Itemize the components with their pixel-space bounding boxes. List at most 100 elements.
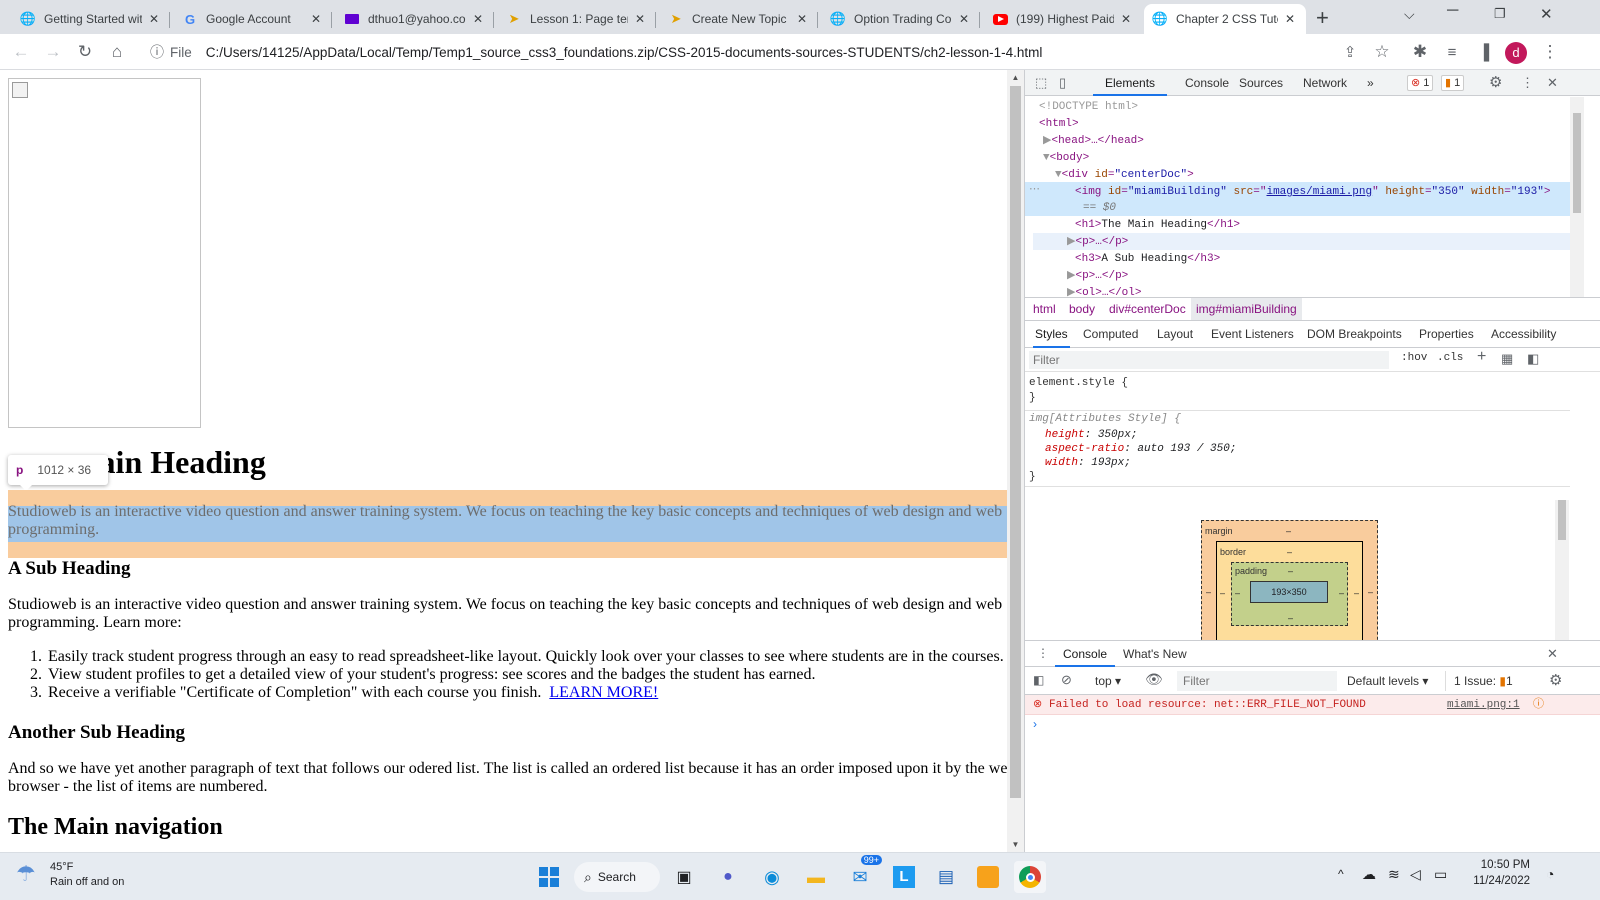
dom-img-miami[interactable]: <img id="miamiBuilding" src="images/miam… bbox=[1075, 184, 1550, 201]
drawer-tab-whats-new[interactable]: What's New bbox=[1123, 641, 1187, 667]
bookmark-star-icon[interactable]: ☆ bbox=[1370, 40, 1394, 64]
page-scrollbar[interactable]: ▲ ▼ bbox=[1007, 70, 1024, 852]
extensions-puzzle-icon[interactable]: ✱ bbox=[1408, 40, 1432, 64]
dom-head[interactable]: ▶<head>…</head> bbox=[1043, 133, 1144, 150]
dom-h1[interactable]: <h1>The Main Heading</h1> bbox=[1075, 217, 1240, 234]
sidebar-toggle-icon[interactable]: ◧ bbox=[1527, 351, 1539, 367]
tab-event-listeners[interactable]: Event Listeners bbox=[1211, 321, 1294, 347]
cls-toggle[interactable]: .cls bbox=[1437, 352, 1463, 364]
console-prompt[interactable]: › bbox=[1033, 717, 1037, 731]
dom-p[interactable]: ▶<p>…</p> bbox=[1067, 268, 1128, 285]
box-border[interactable]: border – – – padding – – – – 193×350 bbox=[1216, 541, 1363, 640]
start-windows-icon[interactable] bbox=[533, 861, 565, 893]
tab-create-new-topic[interactable]: ➤ Create New Topic - ✕ bbox=[660, 4, 818, 34]
close-icon[interactable]: ✕ bbox=[794, 12, 810, 26]
live-expression-eye-icon[interactable]: 👁 bbox=[1145, 671, 1163, 688]
clear-console-icon[interactable]: ⊘ bbox=[1061, 672, 1072, 688]
tab-google-account[interactable]: G Google Account ✕ bbox=[174, 4, 332, 34]
tab-elements[interactable]: Elements bbox=[1093, 70, 1168, 96]
more-tabs-icon[interactable]: » bbox=[1367, 70, 1374, 96]
dom-div-centerdoc[interactable]: ▼<div id="centerDoc"> bbox=[1055, 167, 1194, 184]
weather-desc[interactable]: Rain off and on bbox=[50, 876, 124, 888]
breadcrumb-img[interactable]: img#miamiBuilding bbox=[1191, 298, 1302, 320]
console-filter-input[interactable] bbox=[1177, 671, 1337, 691]
close-icon[interactable]: ✕ bbox=[1118, 12, 1134, 26]
drawer-menu-icon[interactable]: ⋮ bbox=[1037, 646, 1049, 660]
breadcrumb-div[interactable]: div#centerDoc bbox=[1109, 298, 1186, 320]
devtools-close-icon[interactable]: ✕ bbox=[1547, 75, 1558, 91]
log-levels-dropdown[interactable]: Default levels ▾ bbox=[1347, 674, 1428, 688]
avatar[interactable]: d bbox=[1505, 42, 1527, 64]
error-source-link[interactable]: miami.png:1 bbox=[1447, 695, 1520, 715]
clock-time[interactable]: 10:50 PM bbox=[1474, 859, 1530, 871]
home-icon[interactable]: ⌂ bbox=[105, 40, 129, 64]
tab-youtube[interactable]: (199) Highest Paid ✕ bbox=[984, 4, 1142, 34]
console-sidebar-icon[interactable]: ◧ bbox=[1033, 673, 1044, 687]
volume-icon[interactable]: ◁ bbox=[1410, 866, 1421, 883]
element-style-rule[interactable]: element.style { bbox=[1029, 376, 1128, 391]
dom-ol[interactable]: ▶<ol>…</ol> bbox=[1067, 285, 1141, 297]
file-explorer-icon[interactable]: ▬ bbox=[800, 861, 832, 893]
tab-search-chevron-icon[interactable]: ⌵ bbox=[1404, 6, 1415, 23]
tab-network[interactable]: Network bbox=[1303, 70, 1347, 96]
tab-properties[interactable]: Properties bbox=[1419, 321, 1474, 347]
tab-getting-started[interactable]: 🌐 Getting Started with ✕ bbox=[12, 4, 170, 34]
console-settings-gear-icon[interactable]: ⚙ bbox=[1549, 671, 1562, 689]
device-toolbar-icon[interactable]: ▯ bbox=[1059, 75, 1066, 91]
tab-layout[interactable]: Layout bbox=[1157, 321, 1193, 347]
dom-h3[interactable]: <h3>A Sub Heading</h3> bbox=[1075, 251, 1220, 268]
new-tab-button[interactable]: + bbox=[1316, 5, 1329, 31]
close-icon[interactable]: ✕ bbox=[470, 12, 486, 26]
task-view-icon[interactable]: ▣ bbox=[668, 861, 700, 893]
store-icon[interactable]: ▤ bbox=[930, 861, 962, 893]
letter-l-app-icon[interactable]: L bbox=[888, 861, 920, 893]
side-panel-icon[interactable]: ▐ bbox=[1472, 40, 1496, 64]
elements-scrollbar[interactable] bbox=[1570, 97, 1584, 297]
tab-styles[interactable]: Styles bbox=[1033, 321, 1070, 348]
tab-dom-breakpoints[interactable]: DOM Breakpoints bbox=[1307, 321, 1402, 347]
settings-gear-icon[interactable]: ⚙ bbox=[1489, 73, 1502, 91]
minimize-button[interactable]: ─ bbox=[1447, 2, 1458, 20]
breadcrumb-body[interactable]: body bbox=[1069, 298, 1095, 320]
issues-counter[interactable]: 1 Issue: ▮1 bbox=[1445, 671, 1513, 691]
styles-scrollbar[interactable] bbox=[1555, 500, 1569, 640]
url-text[interactable]: C:/Users/14125/AppData/Local/Temp/Temp1_… bbox=[206, 45, 1043, 60]
scroll-down-icon[interactable]: ▼ bbox=[1007, 840, 1024, 849]
taskbar-search[interactable]: ⌕ Search bbox=[574, 862, 660, 892]
box-margin[interactable]: margin – – – border – – – padding – – – … bbox=[1201, 520, 1378, 640]
scroll-up-icon[interactable]: ▲ bbox=[1007, 73, 1024, 82]
edge-browser-icon[interactable]: ◉ bbox=[756, 861, 788, 893]
breadcrumb-html[interactable]: html bbox=[1033, 298, 1056, 320]
close-icon[interactable]: ✕ bbox=[308, 12, 324, 26]
close-icon[interactable]: ✕ bbox=[632, 12, 648, 26]
node-menu-dots-icon[interactable]: ⋯ bbox=[1029, 182, 1040, 199]
tab-yahoo-mail[interactable]: dthuo1@yahoo.com ✕ bbox=[336, 4, 494, 34]
box-content[interactable]: 193×350 bbox=[1250, 581, 1328, 603]
scroll-thumb[interactable] bbox=[1010, 86, 1021, 798]
dom-html[interactable]: <html> bbox=[1039, 116, 1079, 133]
new-rule-plus-icon[interactable]: + bbox=[1477, 348, 1486, 366]
restore-button[interactable]: ❐ bbox=[1494, 6, 1506, 22]
scroll-thumb[interactable] bbox=[1573, 113, 1581, 213]
kebab-menu-icon[interactable]: ⋮ bbox=[1538, 40, 1562, 64]
tab-lesson-1[interactable]: ➤ Lesson 1: Page tem ✕ bbox=[498, 4, 656, 34]
weather-temp[interactable]: 45°F bbox=[50, 861, 73, 873]
close-icon[interactable]: ✕ bbox=[146, 12, 162, 26]
wifi-icon[interactable]: ≋ bbox=[1388, 866, 1400, 883]
address-bar[interactable]: ⓘ File C:/Users/14125/AppData/Local/Temp… bbox=[140, 38, 1420, 66]
drawer-tab-console[interactable]: Console bbox=[1055, 641, 1116, 667]
style-declaration[interactable]: aspect-ratio: auto 193 / 350; bbox=[1045, 442, 1236, 457]
devtools-menu-icon[interactable]: ⋮ bbox=[1521, 75, 1534, 91]
tray-chevron-icon[interactable]: ^ bbox=[1338, 867, 1344, 881]
chrome-icon[interactable] bbox=[1014, 861, 1046, 893]
paint-icon[interactable]: ▦ bbox=[1501, 351, 1513, 367]
drawer-close-icon[interactable]: ✕ bbox=[1547, 646, 1558, 662]
back-arrow-icon[interactable]: ← bbox=[9, 40, 33, 64]
styles-filter-input[interactable] bbox=[1029, 351, 1389, 369]
close-icon[interactable]: ✕ bbox=[1282, 12, 1298, 26]
window-close-button[interactable]: ✕ bbox=[1540, 5, 1553, 23]
tab-chapter-2-css[interactable]: 🌐 Chapter 2 CSS Tuto ✕ bbox=[1144, 4, 1306, 34]
reading-list-icon[interactable]: ≡ bbox=[1440, 40, 1464, 64]
tab-sources[interactable]: Sources bbox=[1239, 70, 1283, 96]
close-icon[interactable]: ✕ bbox=[956, 12, 972, 26]
